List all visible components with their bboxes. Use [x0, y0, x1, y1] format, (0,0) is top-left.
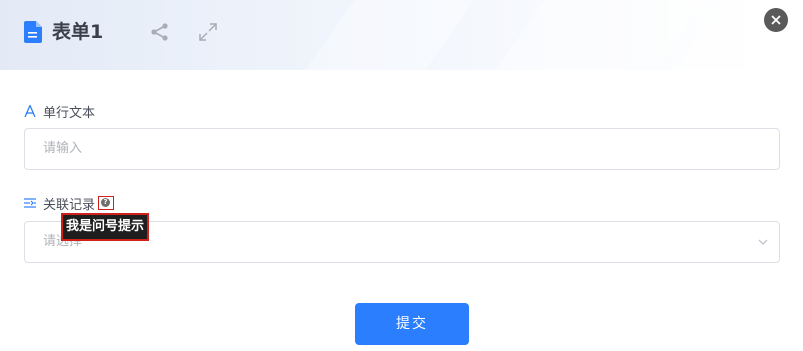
single-line-text-input[interactable]: 请输入	[24, 128, 780, 170]
field-label-linked-record-value: 关联记录	[43, 197, 96, 213]
form-title: 表单1	[52, 21, 104, 43]
single-line-text-placeholder: 请输入	[43, 141, 83, 156]
chevron-down-icon	[758, 239, 768, 245]
form-header: 表单1	[0, 0, 803, 70]
text-field-icon	[24, 105, 36, 117]
linked-record-icon	[24, 198, 36, 208]
close-button[interactable]	[764, 8, 788, 32]
field-label-text: 单行文本	[24, 102, 96, 121]
header-stripe-decoration	[305, 0, 475, 70]
submit-button[interactable]: 提交	[355, 303, 469, 345]
help-question-icon[interactable]: ?	[98, 196, 115, 210]
document-icon	[24, 21, 42, 43]
field-label-text-value: 单行文本	[43, 105, 96, 121]
help-tooltip: 我是问号提示	[61, 213, 150, 241]
field-label-linked-record: 关联记录 ?	[24, 194, 115, 213]
expand-icon[interactable]	[198, 22, 218, 42]
share-icon[interactable]	[150, 22, 170, 42]
close-icon	[771, 15, 781, 25]
header-stripe-decoration	[495, 0, 705, 70]
